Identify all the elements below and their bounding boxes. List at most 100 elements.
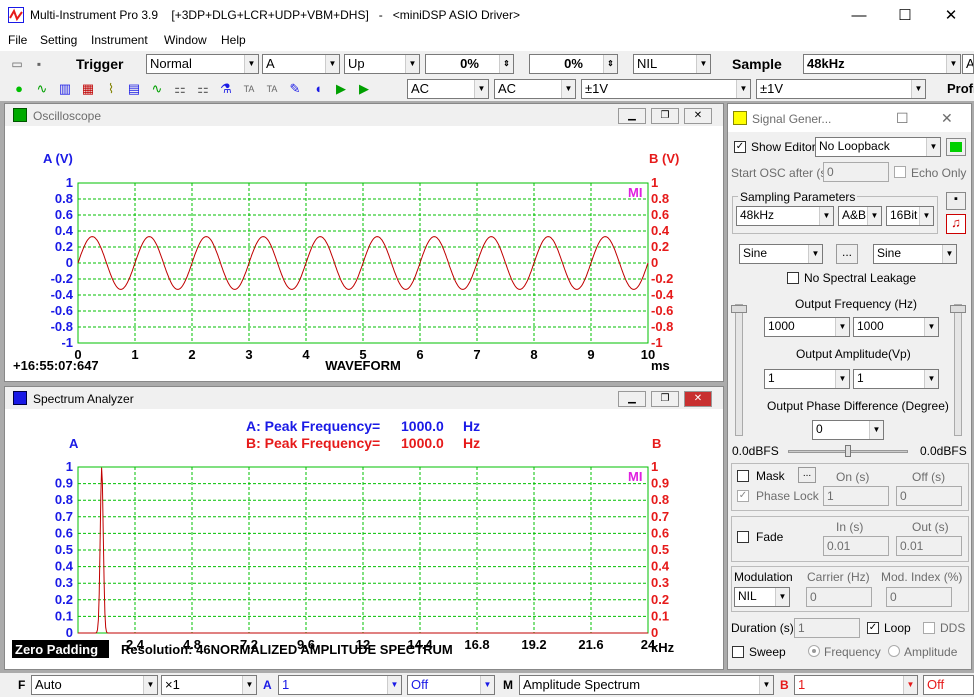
trigger-channel-select[interactable]: A ▼ <box>262 54 340 74</box>
ddc-icon[interactable]: ⚏ <box>194 80 212 98</box>
coupling-a-select[interactable]: AC ▼ <box>407 79 489 99</box>
menu-help[interactable]: Help <box>221 33 246 47</box>
amp-a-select[interactable]: 1 ▼ <box>764 369 850 389</box>
tb-icon[interactable]: TA <box>263 80 281 98</box>
no-leakage-checkbox[interactable] <box>787 272 799 284</box>
out-freq-label: Output Frequency (Hz) <box>795 297 918 311</box>
spec-minimize-button[interactable]: ▁ <box>618 391 646 407</box>
start-osc-field[interactable]: 0 <box>823 162 889 182</box>
mod-type-select[interactable]: NIL ▼ <box>734 587 790 607</box>
save-icon[interactable]: ▪ <box>30 55 48 73</box>
minimize-button[interactable]: — <box>836 0 882 31</box>
play-icon[interactable]: ▶ <box>332 80 350 98</box>
loop-checkbox[interactable]: ✓ <box>867 622 879 634</box>
trigger-edge-select[interactable]: Up ▼ <box>344 54 420 74</box>
run-generator-button[interactable] <box>946 138 966 156</box>
menu-setting[interactable]: Setting <box>40 33 77 47</box>
b-select[interactable]: 1 ▼ <box>794 675 918 695</box>
fade-out-field[interactable]: 0.01 <box>896 536 962 556</box>
level-slider-a[interactable] <box>731 304 747 436</box>
siggen-close-icon[interactable]: ✕ <box>941 110 953 127</box>
trigger-mode-select[interactable]: Normal ▼ <box>146 54 259 74</box>
multimeter-icon[interactable]: ▦ <box>79 80 97 98</box>
menu-window[interactable]: Window <box>164 33 207 47</box>
maximize-button[interactable]: ☐ <box>882 0 928 31</box>
auto-select[interactable]: Auto ▼ <box>31 675 158 695</box>
range-b-select[interactable]: ±1V ▼ <box>756 79 926 99</box>
speaker-icon[interactable]: ◖ <box>309 80 327 98</box>
close-button[interactable]: ✕ <box>928 0 974 31</box>
spec-close-button[interactable]: ✕ <box>684 391 712 407</box>
level-slider-b[interactable] <box>950 304 966 436</box>
open-folder-icon[interactable]: ▭ <box>8 55 26 73</box>
duration-field[interactable]: 1 <box>794 618 860 638</box>
sweep-checkbox[interactable] <box>732 646 744 658</box>
range-a-select[interactable]: ±1V ▼ <box>581 79 751 99</box>
sample-rate-select[interactable]: 48kHz ▼ <box>803 54 961 74</box>
tools-icon[interactable]: ✎ <box>286 80 304 98</box>
osc-restore-button[interactable]: ❐ <box>651 108 679 124</box>
mode-select[interactable]: Amplitude Spectrum ▼ <box>519 675 774 695</box>
x1-select[interactable]: ×1 ▼ <box>161 675 257 695</box>
mask-off-field[interactable]: 0 <box>896 486 962 506</box>
menu-file[interactable]: File <box>8 33 27 47</box>
extra-select[interactable]: A <box>962 54 974 74</box>
signal-gen-icon[interactable]: ∿ <box>148 80 166 98</box>
save-preset-icon[interactable]: ▪ <box>946 192 966 210</box>
x-tick-label: 1 <box>131 347 138 362</box>
phase-icon[interactable]: ⌇ <box>102 80 120 98</box>
oscilloscope-icon[interactable]: ∿ <box>33 80 51 98</box>
gen-rate-select[interactable]: 48kHz ▼ <box>736 206 834 226</box>
wave-a-select[interactable]: Sine ▼ <box>739 244 823 264</box>
b-off-select[interactable]: Off <box>923 675 974 695</box>
chevron-down-icon: ▼ <box>387 676 401 694</box>
osc-minimize-button[interactable]: ▁ <box>618 108 646 124</box>
phase-lock-checkbox[interactable]: ✓ <box>737 490 749 502</box>
a-off-select[interactable]: Off ▼ <box>407 675 495 695</box>
gen-channels-select[interactable]: A&B ▼ <box>838 206 882 226</box>
gen-bits-select[interactable]: 16Bit ▼ <box>886 206 934 226</box>
balance-slider[interactable] <box>788 445 908 457</box>
spectrum-icon[interactable]: ▥ <box>56 80 74 98</box>
wave-edit-button[interactable]: ... <box>836 244 858 264</box>
freq-a-select[interactable]: 1000 ▼ <box>764 317 850 337</box>
dds-icon[interactable]: ▤ <box>125 80 143 98</box>
pretrigger-stepper[interactable]: 0% ⇕ <box>529 54 618 74</box>
dp-icon[interactable]: ⚏ <box>171 80 189 98</box>
loopback-select[interactable]: No Loopback ▼ <box>815 137 941 157</box>
fade-in-field[interactable]: 0.01 <box>823 536 889 556</box>
a-select[interactable]: 1 ▼ <box>278 675 402 695</box>
fade-checkbox[interactable] <box>737 531 749 543</box>
carrier-field[interactable]: 0 <box>806 587 872 607</box>
wave-b-select[interactable]: Sine ▼ <box>873 244 957 264</box>
siggen-max-icon[interactable]: ☐ <box>896 110 909 127</box>
mod-index-field[interactable]: 0 <box>886 587 952 607</box>
resolution-title-overlap: Resolution: 46NORMALIZED AMPLITUDE SPECT… <box>121 642 453 657</box>
nil-select[interactable]: NIL ▼ <box>633 54 711 74</box>
trigger-level-stepper[interactable]: 0% ⇕ <box>425 54 514 74</box>
mod-type-value: NIL <box>738 589 757 603</box>
phase-select[interactable]: 0 ▼ <box>812 420 884 440</box>
probe-icon[interactable]: ⚗ <box>217 80 235 98</box>
coupling-b-select[interactable]: AC ▼ <box>494 79 576 99</box>
mask-checkbox[interactable] <box>737 470 749 482</box>
play-once-icon[interactable]: ▶ <box>355 80 373 98</box>
x-tick-label: 3 <box>245 347 252 362</box>
spec-restore-button[interactable]: ❐ <box>651 391 679 407</box>
profile-label[interactable]: Profi <box>947 81 974 96</box>
sweep-amplitude-radio[interactable] <box>888 645 900 657</box>
ta-icon[interactable]: TA <box>240 80 258 98</box>
show-editor-checkbox[interactable]: ✓ <box>734 141 746 153</box>
sweep-amplitude-label: Amplitude <box>904 645 958 659</box>
menu-instrument[interactable]: Instrument <box>91 33 148 47</box>
record-icon[interactable]: ● <box>10 80 28 98</box>
music-note-icon[interactable]: ♫ <box>946 214 966 234</box>
sweep-frequency-radio[interactable] <box>808 645 820 657</box>
amp-b-select[interactable]: 1 ▼ <box>853 369 939 389</box>
echo-only-checkbox[interactable] <box>894 166 906 178</box>
osc-close-button[interactable]: ✕ <box>684 108 712 124</box>
mask-edit-button[interactable]: ... <box>798 467 816 483</box>
dds-checkbox[interactable] <box>923 622 935 634</box>
mask-on-field[interactable]: 1 <box>823 486 889 506</box>
freq-b-select[interactable]: 1000 ▼ <box>853 317 939 337</box>
